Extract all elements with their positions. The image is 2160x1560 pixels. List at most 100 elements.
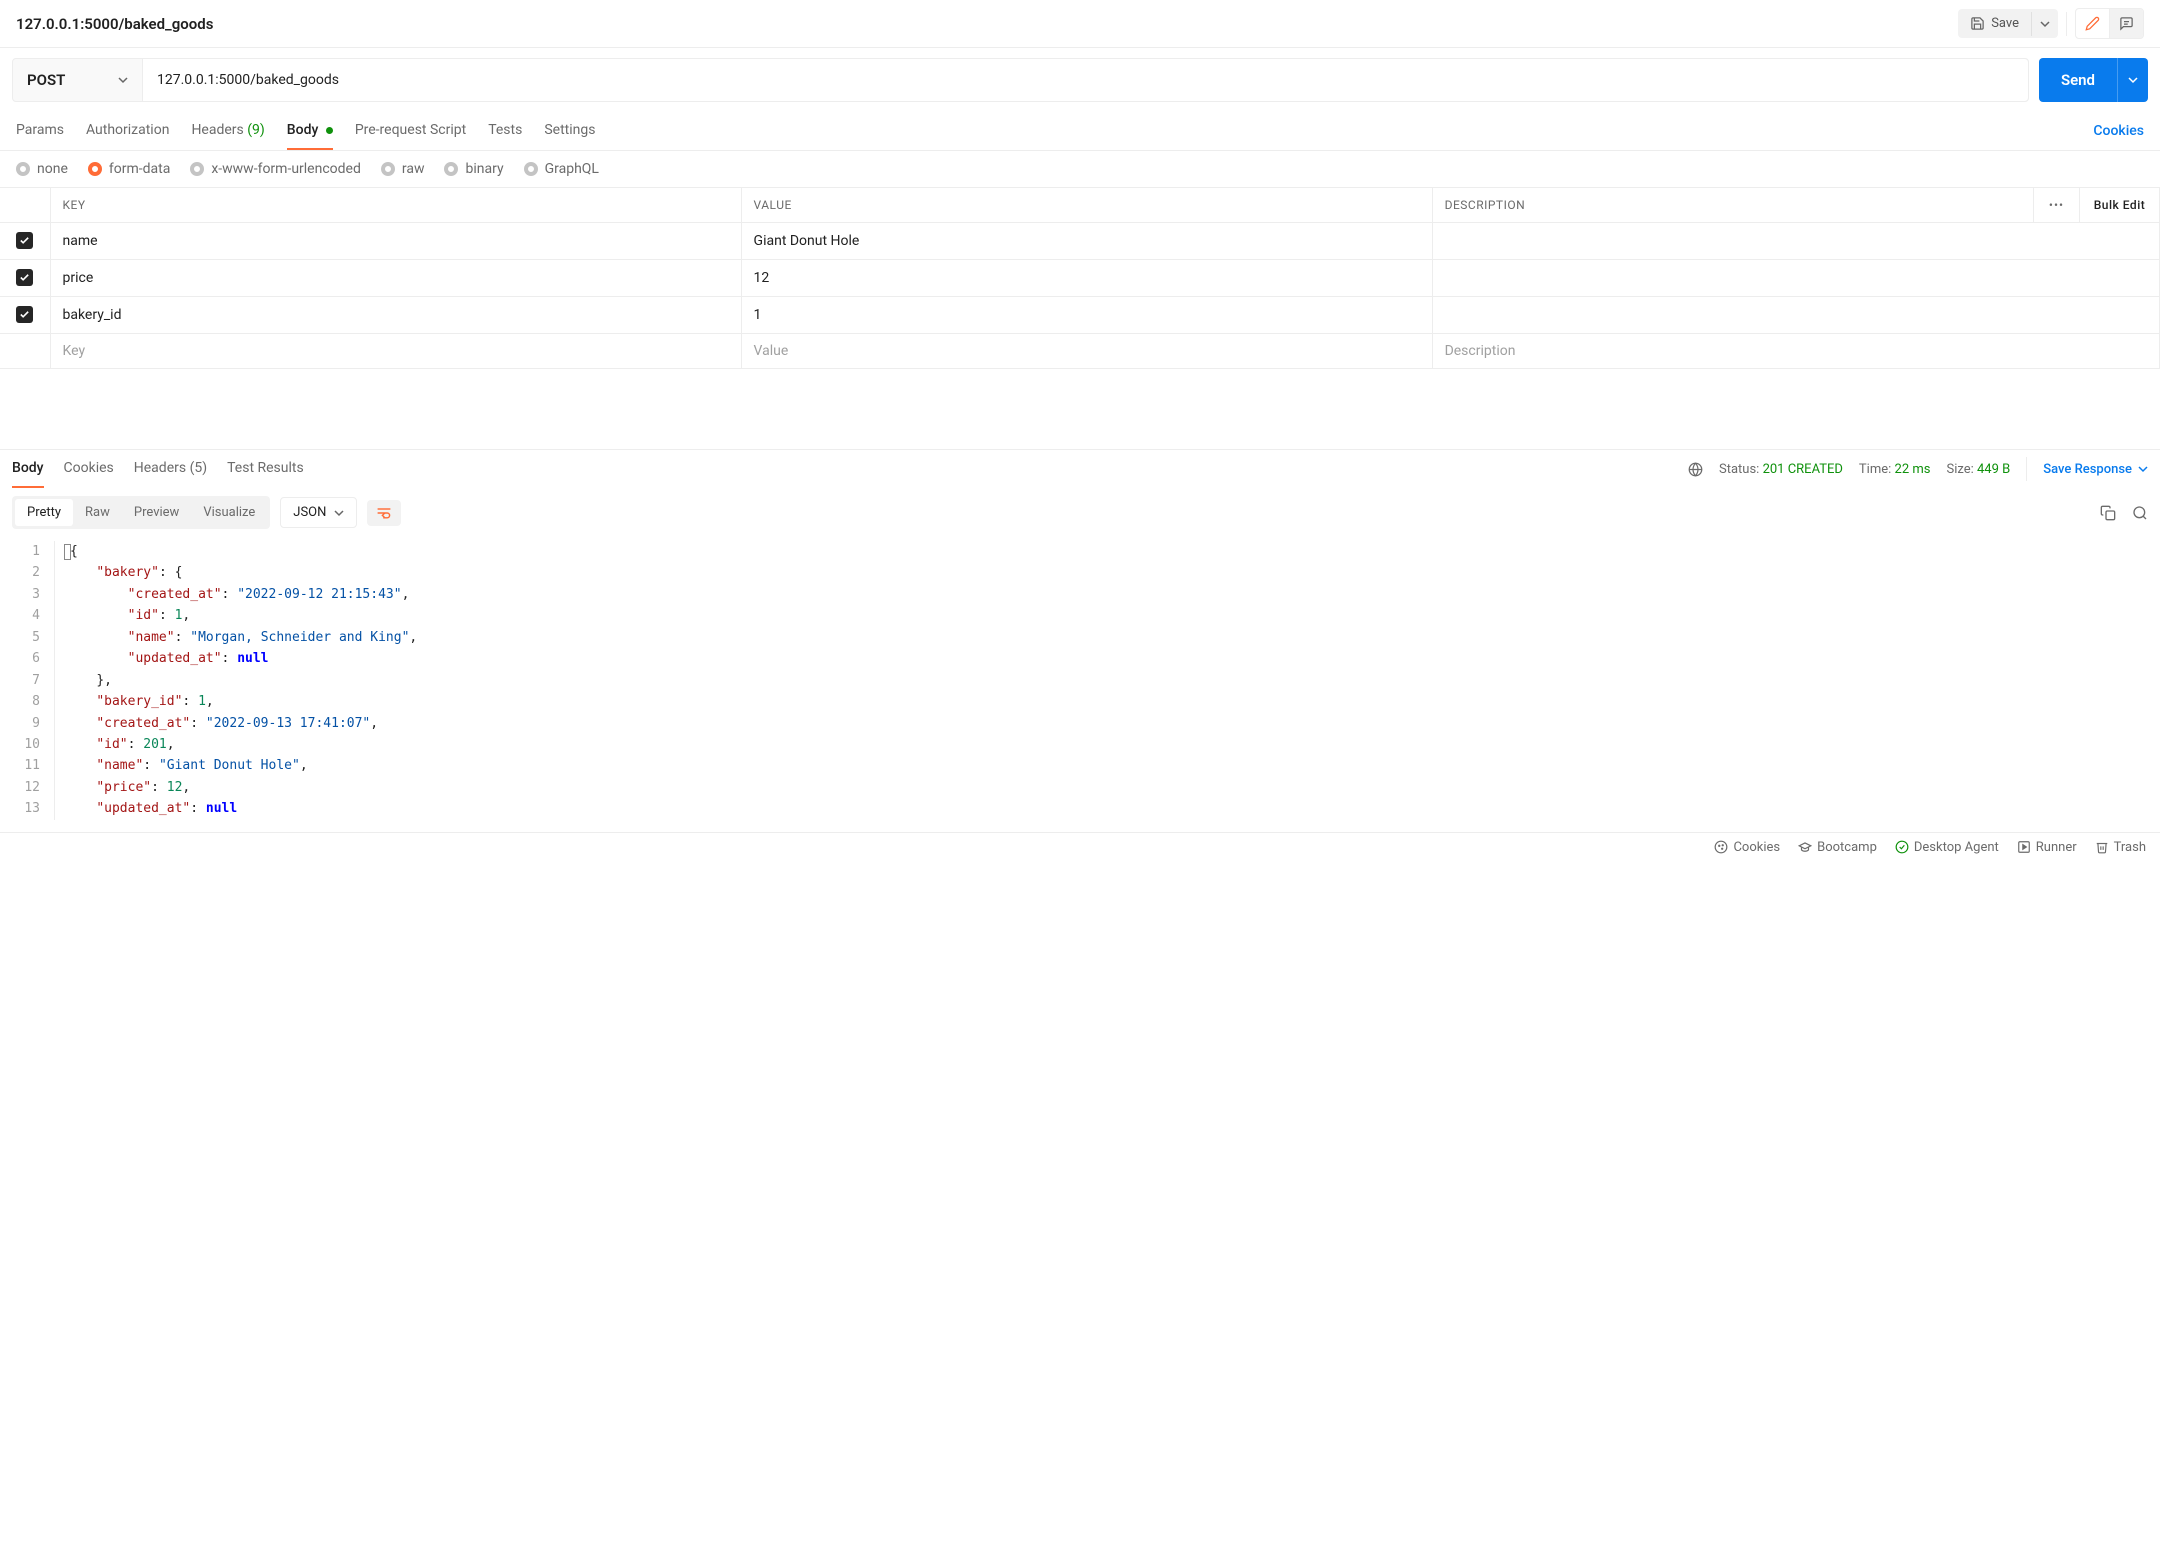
- code-line: 8 "bakery_id": 1,: [0, 691, 2160, 712]
- radio-formdata[interactable]: form-data: [88, 161, 170, 177]
- search-button[interactable]: [2132, 505, 2148, 521]
- radio-urlencoded[interactable]: x-www-form-urlencoded: [190, 161, 361, 177]
- footer-runner[interactable]: Runner: [2017, 840, 2077, 855]
- tab-tests[interactable]: Tests: [488, 112, 522, 150]
- radio-raw-label: raw: [402, 161, 425, 177]
- tab-prerequest[interactable]: Pre-request Script: [355, 112, 466, 150]
- copy-button[interactable]: [2100, 505, 2116, 521]
- col-key-header: KEY: [50, 188, 741, 223]
- tab-settings[interactable]: Settings: [544, 112, 595, 150]
- footer-cookies[interactable]: Cookies: [1714, 840, 1780, 855]
- radio-formdata-label: form-data: [109, 161, 170, 177]
- footer-bar: Cookies Bootcamp Desktop Agent Runner Tr…: [0, 832, 2160, 862]
- row-desc-cell[interactable]: [1432, 223, 2159, 260]
- footer-runner-label: Runner: [2036, 840, 2077, 855]
- radio-icon: [444, 162, 458, 176]
- code-line: 6 "updated_at": null: [0, 648, 2160, 669]
- url-input[interactable]: 127.0.0.1:5000/baked_goods: [143, 59, 2028, 101]
- size-meta: Size: 449 B: [1946, 462, 2010, 477]
- method-url-group: POST 127.0.0.1:5000/baked_goods: [12, 58, 2029, 102]
- resp-tab-body[interactable]: Body: [12, 450, 44, 488]
- row-value-cell[interactable]: Giant Donut Hole: [741, 223, 1432, 260]
- footer-desktop-agent[interactable]: Desktop Agent: [1895, 840, 1999, 855]
- row-checkbox-cell: [0, 334, 50, 369]
- save-dropdown[interactable]: [2031, 12, 2058, 36]
- tab-headers-count: (9): [247, 122, 265, 138]
- method-select[interactable]: POST: [13, 59, 143, 101]
- view-tabs: Pretty Raw Preview Visualize: [12, 496, 270, 529]
- row-desc-cell[interactable]: [1432, 297, 2159, 334]
- radio-urlencoded-label: x-www-form-urlencoded: [211, 161, 361, 177]
- row-key-placeholder[interactable]: Key: [50, 334, 741, 369]
- radio-none[interactable]: none: [16, 161, 68, 177]
- globe-icon[interactable]: [1688, 462, 1703, 477]
- status-value: 201 CREATED: [1763, 462, 1843, 477]
- footer-cookies-label: Cookies: [1733, 840, 1780, 855]
- row-key-cell[interactable]: name: [50, 223, 741, 260]
- tab-authorization[interactable]: Authorization: [86, 112, 169, 150]
- response-toolbar-left: Pretty Raw Preview Visualize JSON: [12, 496, 401, 529]
- body-type-row: none form-data x-www-form-urlencoded raw…: [0, 151, 2160, 187]
- save-button[interactable]: Save: [1958, 9, 2031, 38]
- response-body-view[interactable]: 1{2 "bakery": {3 "created_at": "2022-09-…: [0, 537, 2160, 832]
- resp-tab-cookies[interactable]: Cookies: [64, 450, 114, 488]
- row-key-cell[interactable]: price: [50, 260, 741, 297]
- search-icon: [2132, 505, 2148, 521]
- row-value-cell[interactable]: 1: [741, 297, 1432, 334]
- send-button[interactable]: Send: [2039, 58, 2117, 102]
- row-value-placeholder[interactable]: Value: [741, 334, 1432, 369]
- save-response-button[interactable]: Save Response: [2043, 462, 2148, 477]
- tab-body[interactable]: Body: [287, 112, 333, 150]
- radio-raw[interactable]: raw: [381, 161, 425, 177]
- view-tab-preview[interactable]: Preview: [122, 499, 191, 526]
- request-header: 127.0.0.1:5000/baked_goods Save: [0, 0, 2160, 48]
- status-meta: Status: 201 CREATED: [1719, 462, 1843, 477]
- time-value: 22 ms: [1895, 462, 1931, 477]
- edit-comment-group: [2075, 8, 2144, 39]
- tab-body-label: Body: [287, 122, 319, 138]
- bulk-edit-button[interactable]: Bulk Edit: [2080, 188, 2160, 223]
- save-icon: [1970, 16, 1985, 31]
- response-tabs-row: Body Cookies Headers (5) Test Results St…: [0, 450, 2160, 488]
- row-desc-cell[interactable]: [1432, 260, 2159, 297]
- col-value-header: VALUE: [741, 188, 1432, 223]
- resp-tab-headers-label: Headers: [134, 460, 186, 476]
- checkbox-icon: [16, 306, 33, 323]
- view-tab-pretty[interactable]: Pretty: [15, 499, 73, 526]
- radio-graphql[interactable]: GraphQL: [524, 161, 599, 177]
- footer-trash[interactable]: Trash: [2095, 840, 2146, 855]
- send-dropdown[interactable]: [2117, 58, 2148, 102]
- request-row: POST 127.0.0.1:5000/baked_goods Send: [0, 48, 2160, 112]
- divider: [2066, 12, 2067, 36]
- size-value: 449 B: [1977, 462, 2010, 477]
- view-tab-raw[interactable]: Raw: [73, 499, 122, 526]
- comment-button[interactable]: [2109, 9, 2143, 38]
- view-tab-visualize[interactable]: Visualize: [191, 499, 267, 526]
- row-key-cell[interactable]: bakery_id: [50, 297, 741, 334]
- radio-binary[interactable]: binary: [444, 161, 503, 177]
- checkbox-icon: [16, 232, 33, 249]
- row-checkbox-cell[interactable]: [0, 297, 50, 334]
- code-line: 3 "created_at": "2022-09-12 21:15:43",: [0, 584, 2160, 605]
- size-label: Size:: [1946, 462, 1973, 477]
- tab-params[interactable]: Params: [16, 112, 64, 150]
- resp-tab-testresults[interactable]: Test Results: [227, 450, 304, 488]
- cookies-link[interactable]: Cookies: [2093, 123, 2144, 139]
- divider: [2026, 457, 2027, 481]
- row-checkbox-cell[interactable]: [0, 260, 50, 297]
- row-checkbox-cell[interactable]: [0, 223, 50, 260]
- edit-button[interactable]: [2076, 9, 2109, 38]
- code-line: 4 "id": 1,: [0, 605, 2160, 626]
- resp-tab-headers[interactable]: Headers (5): [134, 450, 207, 488]
- radio-graphql-label: GraphQL: [545, 161, 599, 177]
- tab-headers[interactable]: Headers (9): [191, 112, 264, 150]
- save-button-group: Save: [1958, 9, 2058, 38]
- row-value-cell[interactable]: 12: [741, 260, 1432, 297]
- col-actions-header[interactable]: •••: [2034, 188, 2080, 223]
- trash-icon: [2095, 840, 2109, 854]
- footer-bootcamp[interactable]: Bootcamp: [1798, 840, 1877, 855]
- row-desc-placeholder[interactable]: Description: [1432, 334, 2159, 369]
- wrap-lines-button[interactable]: [367, 500, 401, 526]
- format-select[interactable]: JSON: [280, 497, 357, 528]
- status-label: Status:: [1719, 462, 1759, 477]
